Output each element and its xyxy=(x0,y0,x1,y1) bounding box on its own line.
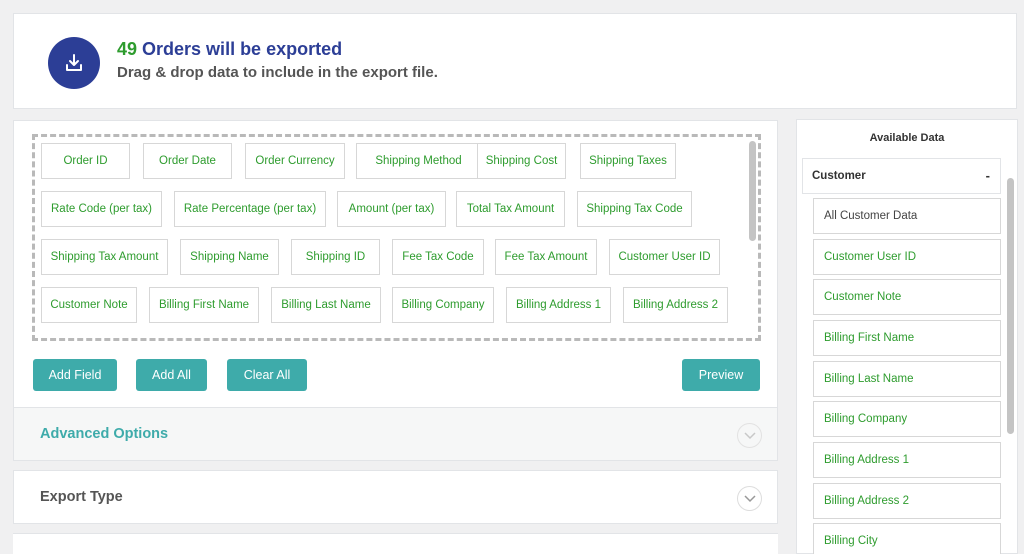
field-chip[interactable]: Shipping ID xyxy=(291,239,380,275)
available-field-item[interactable]: Billing City xyxy=(813,523,1001,554)
export-subtitle: Drag & drop data to include in the expor… xyxy=(117,64,438,81)
customer-group-header[interactable]: Customer - xyxy=(802,158,1001,194)
field-chip[interactable]: Shipping Cost xyxy=(477,143,566,179)
field-chip[interactable]: Shipping Taxes xyxy=(580,143,676,179)
field-chip[interactable]: Shipping Method xyxy=(356,143,481,179)
advanced-options-title: Advanced Options xyxy=(40,426,169,442)
advanced-options-accordion[interactable]: Advanced Options xyxy=(13,407,778,461)
preview-button[interactable]: Preview xyxy=(682,359,760,391)
chevron-down-icon[interactable] xyxy=(737,486,762,511)
available-field-item[interactable]: All Customer Data xyxy=(813,198,1001,234)
chevron-down-icon[interactable] xyxy=(737,423,762,448)
field-chip[interactable]: Amount (per tax) xyxy=(337,191,446,227)
field-drop-zone[interactable]: Order ID Order Date Order Currency Shipp… xyxy=(32,134,761,341)
available-field-item[interactable]: Billing Address 2 xyxy=(813,483,1001,519)
export-type-accordion[interactable]: Export Type xyxy=(13,470,778,524)
export-count-title: 49 Orders will be exported xyxy=(117,39,438,60)
field-chip[interactable]: Billing Last Name xyxy=(271,287,381,323)
selected-fields-card: Order ID Order Date Order Currency Shipp… xyxy=(13,120,778,407)
field-chip[interactable]: Shipping Tax Amount xyxy=(41,239,168,275)
field-chip[interactable]: Rate Code (per tax) xyxy=(41,191,162,227)
available-field-item[interactable]: Customer Note xyxy=(813,279,1001,315)
available-field-item[interactable]: Customer User ID xyxy=(813,239,1001,275)
field-chip[interactable]: Order Currency xyxy=(245,143,345,179)
field-chip[interactable]: Fee Tax Code xyxy=(392,239,484,275)
clear-all-button[interactable]: Clear All xyxy=(227,359,307,391)
order-count: 49 xyxy=(117,39,138,59)
field-chip[interactable]: Fee Tax Amount xyxy=(495,239,597,275)
add-field-button[interactable]: Add Field xyxy=(33,359,117,391)
drop-zone-scrollbar[interactable] xyxy=(749,141,756,241)
add-all-button[interactable]: Add All xyxy=(136,359,207,391)
customer-group-label: Customer xyxy=(812,170,866,182)
export-type-title: Export Type xyxy=(40,489,123,505)
field-chip[interactable]: Billing Address 1 xyxy=(506,287,611,323)
available-data-panel: Available Data Customer - All Customer D… xyxy=(796,119,1018,554)
export-summary-card: 49 Orders will be exported Drag & drop d… xyxy=(13,13,1017,109)
field-chip[interactable]: Customer Note xyxy=(41,287,137,323)
order-count-suffix: Orders will be exported xyxy=(137,39,343,59)
field-chip[interactable]: Order Date xyxy=(143,143,232,179)
field-chip[interactable]: Total Tax Amount xyxy=(456,191,565,227)
export-download-icon xyxy=(48,37,100,89)
available-field-item[interactable]: Billing Address 1 xyxy=(813,442,1001,478)
field-chip[interactable]: Billing First Name xyxy=(149,287,259,323)
available-field-item[interactable]: Billing First Name xyxy=(813,320,1001,356)
field-chip[interactable]: Rate Percentage (per tax) xyxy=(174,191,326,227)
field-chip[interactable]: Shipping Tax Code xyxy=(577,191,692,227)
available-data-title: Available Data xyxy=(869,132,945,144)
field-chip[interactable]: Customer User ID xyxy=(609,239,720,275)
side-panel-scrollbar[interactable] xyxy=(1007,178,1014,434)
field-chip[interactable]: Order ID xyxy=(41,143,130,179)
collapse-toggle[interactable]: - xyxy=(986,168,990,183)
field-chip[interactable]: Billing Company xyxy=(392,287,494,323)
field-chip[interactable]: Shipping Name xyxy=(180,239,279,275)
field-chip[interactable]: Billing Address 2 xyxy=(623,287,728,323)
available-field-item[interactable]: Billing Last Name xyxy=(813,361,1001,397)
available-field-item[interactable]: Billing Company xyxy=(813,401,1001,437)
next-section-edge xyxy=(13,533,778,554)
